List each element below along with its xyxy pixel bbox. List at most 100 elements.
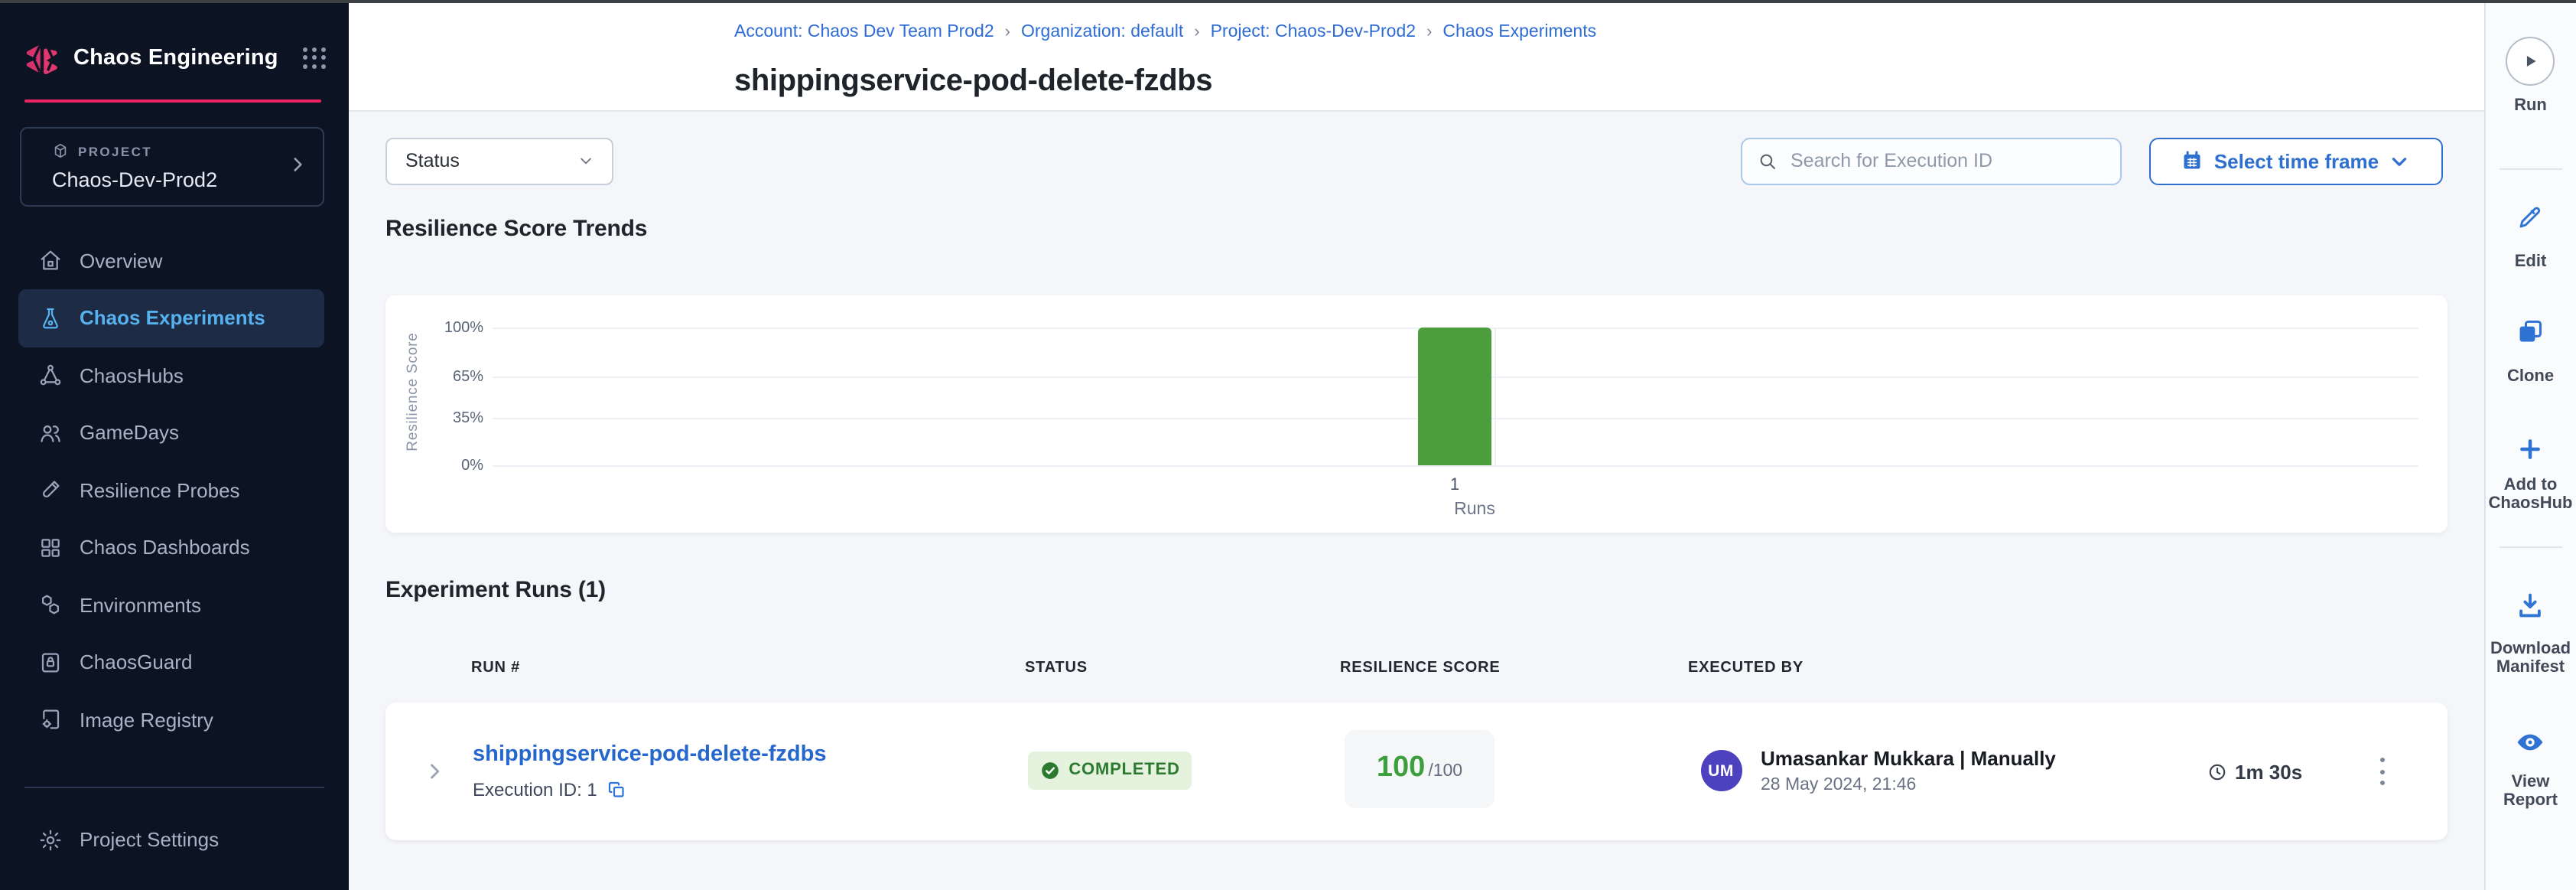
y-tick-65: 65% [431, 368, 483, 385]
x-tick-run-1: 1 [1450, 475, 1459, 494]
project-label: PROJECT [78, 143, 152, 158]
app-switcher-grid-icon[interactable] [303, 47, 326, 70]
y-tick-35: 35% [431, 409, 483, 426]
breadcrumb-separator: › [1194, 23, 1199, 41]
resilience-score-box: 100 /100 [1345, 729, 1495, 808]
chevron-down-icon [2389, 152, 2409, 171]
run-button[interactable] [2506, 37, 2555, 86]
chart-x-axis-label: Runs [1454, 500, 1495, 518]
resilience-score-bar [1417, 328, 1491, 465]
add-to-chaoshub-label-2: ChaosHub [2485, 494, 2576, 513]
sidebar-item-environments[interactable]: Environments [18, 576, 324, 634]
select-time-frame-button[interactable]: Select time frame [2149, 138, 2442, 184]
run-duration-value: 1m 30s [2235, 761, 2302, 784]
app-window: Chaos Engineering PROJECT Chaos-Dev-Prod… [0, 0, 2576, 890]
search-input[interactable] [1787, 149, 2105, 174]
page-title: shippingservice-pod-delete-fzdbs [734, 64, 1212, 99]
lock-card-icon [38, 650, 63, 675]
view-report-label-2: Report [2485, 791, 2576, 810]
play-icon [2520, 51, 2542, 72]
home-icon [38, 249, 63, 273]
view-report-eye-icon[interactable] [2516, 727, 2546, 758]
rail-divider [2499, 168, 2562, 170]
sidebar-item-overview[interactable]: Overview [18, 232, 324, 289]
score-value: 100 [1377, 752, 1425, 781]
breadcrumb-project[interactable]: Project: Chaos-Dev-Prod2 [1211, 23, 1416, 41]
sidebar-item-project-settings[interactable]: Project Settings [18, 811, 324, 869]
clone-button-label: Clone [2485, 367, 2576, 386]
executed-at-timestamp: 28 May 2024, 21:46 [1761, 777, 1916, 794]
sidebar-item-chaos-experiments[interactable]: Chaos Experiments [18, 289, 324, 347]
registry-file-gear-icon [38, 708, 63, 732]
sidebar-item-chaoshubs[interactable]: ChaosHubs [18, 347, 324, 404]
chevron-down-icon [578, 154, 594, 169]
brand-divider [24, 99, 321, 103]
status-badge: COMPLETED [1028, 751, 1192, 789]
users-icon [38, 421, 63, 445]
rail-divider [2499, 546, 2562, 548]
dashboard-grid-icon [38, 536, 63, 560]
edit-pencil-icon[interactable] [2517, 204, 2545, 231]
select-time-frame-label: Select time frame [2214, 150, 2379, 173]
download-manifest-label-2: Manifest [2485, 658, 2576, 676]
chevron-right-icon [288, 155, 307, 174]
breadcrumb-chaos-experiments[interactable]: Chaos Experiments [1442, 23, 1596, 41]
project-name: Chaos-Dev-Prod2 [52, 168, 217, 191]
breadcrumb-separator: › [1426, 23, 1432, 41]
download-icon[interactable] [2516, 591, 2545, 620]
table-row: shippingservice-pod-delete-fzdbs Executi… [385, 703, 2447, 839]
sidebar-item-gamedays[interactable]: GameDays [18, 404, 324, 461]
column-header-executed-by: EXECUTED BY [1688, 660, 1804, 676]
chart-y-axis-label: Resilience Score [405, 332, 421, 451]
sidebar: Chaos Engineering PROJECT Chaos-Dev-Prod… [0, 3, 349, 890]
search-icon [1758, 152, 1777, 171]
hub-icon [38, 363, 63, 388]
sidebar-divider [24, 787, 324, 788]
executed-by-name: Umasankar Mukkara | Manually [1761, 748, 2056, 768]
row-expander-chevron-icon[interactable] [424, 760, 445, 781]
breadcrumb-organization[interactable]: Organization: default [1021, 23, 1183, 41]
row-menu-kebab-icon[interactable] [2376, 758, 2388, 785]
chaos-engineering-logo-icon [23, 37, 63, 79]
edit-button-label: Edit [2485, 253, 2576, 271]
page-header: Account: Chaos Dev Team Prod2 › Organiza… [349, 3, 2483, 112]
add-to-chaoshub-label-1: Add to [2485, 476, 2576, 494]
gridline-0 [493, 465, 2418, 467]
breadcrumb-separator: › [1005, 23, 1010, 41]
resilience-trends-heading: Resilience Score Trends [385, 216, 647, 242]
clone-icon[interactable] [2516, 317, 2545, 346]
copy-icon[interactable] [608, 781, 626, 799]
brand-row: Chaos Engineering [23, 35, 326, 81]
sidebar-nav: Overview Chaos Experiments ChaosHubs Gam… [0, 232, 349, 748]
gridline-vertical [1495, 328, 1496, 465]
run-button-label: Run [2485, 96, 2576, 115]
gear-icon [38, 828, 63, 853]
action-rail: Run Edit Clone Add to ChaosHub Download … [2483, 3, 2576, 890]
execution-id-text: Execution ID: 1 [473, 779, 597, 800]
avatar: UM [1700, 750, 1742, 791]
download-manifest-label-1: Download [2485, 640, 2576, 658]
execution-search [1741, 138, 2122, 184]
experiment-runs-heading: Experiment Runs (1) [385, 577, 606, 603]
execution-id-row: Execution ID: 1 [473, 779, 626, 800]
status-filter-label: Status [405, 151, 460, 172]
sidebar-item-image-registry[interactable]: Image Registry [18, 691, 324, 748]
app-title: Chaos Engineering [73, 46, 278, 70]
status-filter-select[interactable]: Status [385, 138, 613, 184]
run-name-link[interactable]: shippingservice-pod-delete-fzdbs [473, 742, 826, 766]
calendar-icon [2182, 151, 2204, 172]
add-plus-icon[interactable] [2518, 436, 2544, 462]
y-tick-100: 100% [431, 320, 483, 337]
project-selector[interactable]: PROJECT Chaos-Dev-Prod2 [20, 127, 324, 206]
sidebar-item-chaosguard[interactable]: ChaosGuard [18, 634, 324, 691]
score-total: /100 [1428, 761, 1462, 780]
column-header-resilience: RESILIENCE SCORE [1340, 660, 1501, 676]
check-circle-icon [1039, 760, 1059, 780]
hexagons-icon [38, 593, 63, 618]
run-duration: 1m 30s [2207, 761, 2302, 784]
sidebar-item-resilience-probes[interactable]: Resilience Probes [18, 461, 324, 519]
resilience-score-chart: Resilience Score 100% 65% 35% 0% 1 Runs [385, 295, 2448, 533]
sidebar-item-chaos-dashboards[interactable]: Chaos Dashboards [18, 519, 324, 576]
breadcrumb-account[interactable]: Account: Chaos Dev Team Prod2 [734, 23, 994, 41]
cube-icon [52, 142, 69, 159]
